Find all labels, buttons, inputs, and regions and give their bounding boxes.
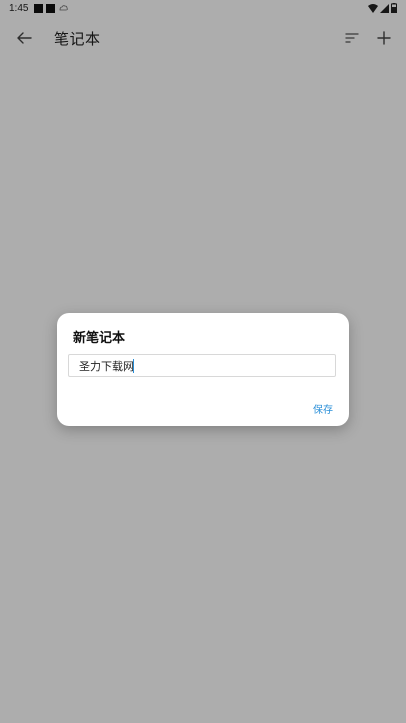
save-button[interactable]: 保存 [313,401,333,416]
notebook-name-input[interactable] [68,354,336,377]
new-notebook-dialog: 新笔记本 保存 [57,313,349,426]
screen: 1:45 笔记本 新笔记本 圣力下载网 保存 [0,0,406,723]
text-caret [133,359,134,373]
dialog-title: 新笔记本 [73,331,126,346]
